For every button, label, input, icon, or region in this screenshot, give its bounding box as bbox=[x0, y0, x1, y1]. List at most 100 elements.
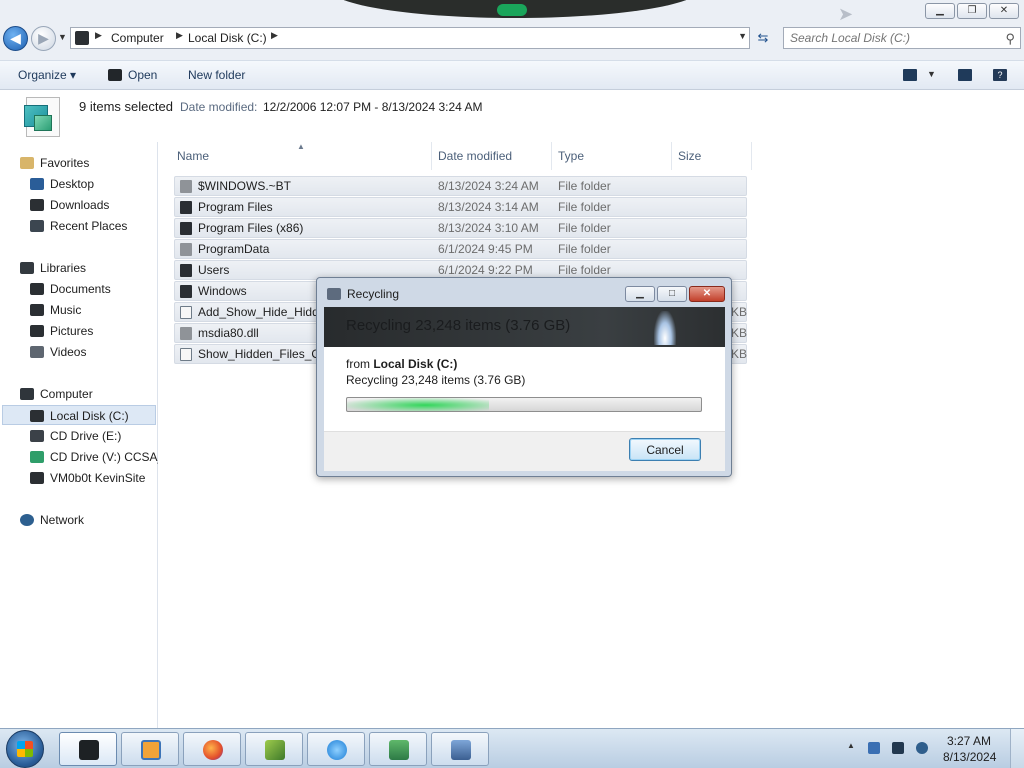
dialog-close-button[interactable]: ✕ bbox=[689, 286, 725, 302]
nav-music[interactable]: Music bbox=[30, 300, 81, 320]
nav-desktop[interactable]: Desktop bbox=[30, 174, 94, 194]
nav-pictures[interactable]: Pictures bbox=[30, 321, 93, 341]
file-type: File folder bbox=[558, 179, 611, 193]
history-dropdown-icon[interactable]: ▼ bbox=[58, 32, 68, 44]
network-status-icon[interactable] bbox=[892, 742, 904, 754]
chevron-right-icon[interactable]: ▶ bbox=[95, 30, 102, 41]
nav-recent-places-label: Recent Places bbox=[50, 219, 128, 233]
folder-icon bbox=[180, 243, 192, 256]
window-titlebar: ➤ ▁ ❐ ✕ ◀ ▶ ▼ ▶ Computer ▶ Local Disk (C… bbox=[0, 0, 1024, 60]
nav-videos[interactable]: Videos bbox=[30, 342, 86, 362]
action-center-icon[interactable] bbox=[868, 742, 880, 754]
navigation-row: ◀ ▶ ▼ ▶ Computer ▶ Local Disk (C:) ▶ ▼ ⇆… bbox=[0, 25, 1024, 53]
refresh-button[interactable]: ⇆ bbox=[752, 27, 774, 49]
start-button[interactable] bbox=[6, 730, 44, 768]
folder-icon bbox=[180, 201, 192, 214]
chevron-right-icon[interactable]: ▶ bbox=[271, 30, 278, 41]
column-header-size[interactable]: Size bbox=[672, 142, 752, 170]
file-row[interactable]: Program Files (x86) 8/13/2024 3:10 AM File… bbox=[174, 218, 747, 238]
show-hidden-icons-button[interactable]: ▲ bbox=[847, 741, 855, 750]
nav-network[interactable]: Network bbox=[20, 510, 84, 530]
nav-computer-label: Computer bbox=[40, 387, 93, 401]
file-row[interactable]: ProgramData 6/1/2024 9:45 PM File folder bbox=[174, 239, 747, 259]
clock-time[interactable]: 3:27 AM bbox=[947, 734, 991, 748]
preview-pane-icon[interactable] bbox=[958, 69, 972, 81]
search-input[interactable] bbox=[784, 28, 994, 48]
nav-documents[interactable]: Documents bbox=[30, 279, 111, 299]
task-firefox[interactable] bbox=[183, 732, 241, 766]
help-icon[interactable]: ? bbox=[993, 69, 1007, 81]
folder-icon bbox=[180, 285, 192, 298]
cancel-button[interactable]: Cancel bbox=[629, 438, 701, 461]
task-media-player[interactable] bbox=[121, 732, 179, 766]
dialog-minimize-button[interactable]: ▁ bbox=[625, 286, 655, 302]
nav-cd-drive-v[interactable]: CD Drive (V:) CCSA_ bbox=[30, 447, 158, 467]
from-prefix: from bbox=[346, 357, 374, 371]
nav-libraries-label: Libraries bbox=[40, 261, 87, 275]
chevron-right-icon[interactable]: ▶ bbox=[176, 30, 183, 41]
column-header-name[interactable]: Name bbox=[171, 142, 432, 170]
nav-libraries[interactable]: Libraries bbox=[20, 258, 86, 278]
task-remote-desktop[interactable] bbox=[431, 732, 489, 766]
nav-favorites[interactable]: Favorites bbox=[20, 153, 89, 173]
forward-button[interactable]: ▶ bbox=[31, 26, 56, 51]
task-chart-app[interactable] bbox=[369, 732, 427, 766]
nav-network-share[interactable]: VM0b0t KevinSite bbox=[30, 468, 145, 488]
nav-music-label: Music bbox=[50, 303, 82, 317]
nav-documents-label: Documents bbox=[50, 282, 111, 296]
breadcrumb-computer[interactable]: Computer bbox=[111, 31, 164, 45]
nav-recent-places[interactable]: Recent Places bbox=[30, 216, 127, 236]
libraries-icon bbox=[20, 262, 34, 274]
minimize-button[interactable]: ▁ bbox=[925, 3, 955, 19]
file-row[interactable]: $WINDOWS.~BT 8/13/2024 3:24 AM File folder bbox=[174, 176, 747, 196]
open-button[interactable]: Open bbox=[108, 68, 157, 82]
downloads-icon bbox=[30, 199, 44, 211]
dialog-footer: Cancel bbox=[324, 431, 725, 471]
folder-icon bbox=[180, 222, 192, 235]
bird-icon: ➤ bbox=[838, 4, 854, 24]
maximize-button[interactable]: ❐ bbox=[957, 3, 987, 19]
desktop-icon bbox=[30, 178, 44, 190]
views-icon[interactable] bbox=[903, 69, 917, 81]
column-header-date[interactable]: Date modified bbox=[432, 142, 552, 170]
star-icon bbox=[20, 157, 34, 169]
views-dropdown-icon[interactable]: ▼ bbox=[927, 69, 936, 79]
cd-drive-icon bbox=[30, 451, 44, 463]
file-type: File folder bbox=[558, 200, 611, 214]
file-date: 8/13/2024 3:10 AM bbox=[438, 221, 539, 235]
address-dropdown-icon[interactable]: ▼ bbox=[738, 31, 747, 41]
dialog-maximize-button[interactable]: □ bbox=[657, 286, 687, 302]
column-header-type[interactable]: Type bbox=[552, 142, 672, 170]
task-internet-explorer[interactable] bbox=[307, 732, 365, 766]
organize-button[interactable]: Organize ▾ bbox=[18, 68, 76, 82]
file-type: File folder bbox=[558, 242, 611, 256]
file-name: Users bbox=[198, 263, 230, 277]
clock-date[interactable]: 8/13/2024 bbox=[943, 750, 996, 764]
file-row[interactable]: Program Files 8/13/2024 3:14 AM File folde… bbox=[174, 197, 747, 217]
nav-local-disk[interactable]: Local Disk (C:) bbox=[2, 405, 156, 425]
new-folder-button[interactable]: New folder bbox=[188, 68, 245, 82]
from-location: Local Disk (C:) bbox=[373, 357, 458, 371]
task-app-cube[interactable] bbox=[245, 732, 303, 766]
nav-computer[interactable]: Computer bbox=[20, 384, 93, 404]
nav-downloads-label: Downloads bbox=[50, 198, 110, 212]
volume-icon[interactable] bbox=[916, 742, 928, 754]
file-size: KB bbox=[731, 347, 748, 361]
close-button[interactable]: ✕ bbox=[989, 3, 1019, 19]
date-modified-value: 12/2/2006 12:07 PM - 8/13/2024 3:24 AM bbox=[263, 100, 483, 114]
multiple-files-icon bbox=[20, 97, 62, 137]
file-date: 6/1/2024 9:45 PM bbox=[438, 242, 533, 256]
nav-cd-drive-e[interactable]: CD Drive (E:) bbox=[30, 426, 121, 446]
address-bar[interactable]: ▶ Computer ▶ Local Disk (C:) ▶ ▼ bbox=[70, 27, 750, 49]
search-box[interactable]: ⚲ bbox=[783, 27, 1021, 49]
task-explorer[interactable] bbox=[59, 732, 117, 766]
computer-icon bbox=[75, 31, 89, 45]
command-bar: Organize ▾ Open New folder ▼ ? bbox=[0, 60, 1024, 90]
column-headers: ▲ Name Date modified Type Size bbox=[159, 142, 759, 170]
search-icon[interactable]: ⚲ bbox=[1005, 31, 1015, 47]
back-button[interactable]: ◀ bbox=[3, 26, 28, 51]
show-desktop-button[interactable] bbox=[1010, 729, 1024, 768]
nav-desktop-label: Desktop bbox=[50, 177, 95, 191]
breadcrumb-local-disk[interactable]: Local Disk (C:) bbox=[188, 31, 267, 45]
nav-downloads[interactable]: Downloads bbox=[30, 195, 109, 215]
